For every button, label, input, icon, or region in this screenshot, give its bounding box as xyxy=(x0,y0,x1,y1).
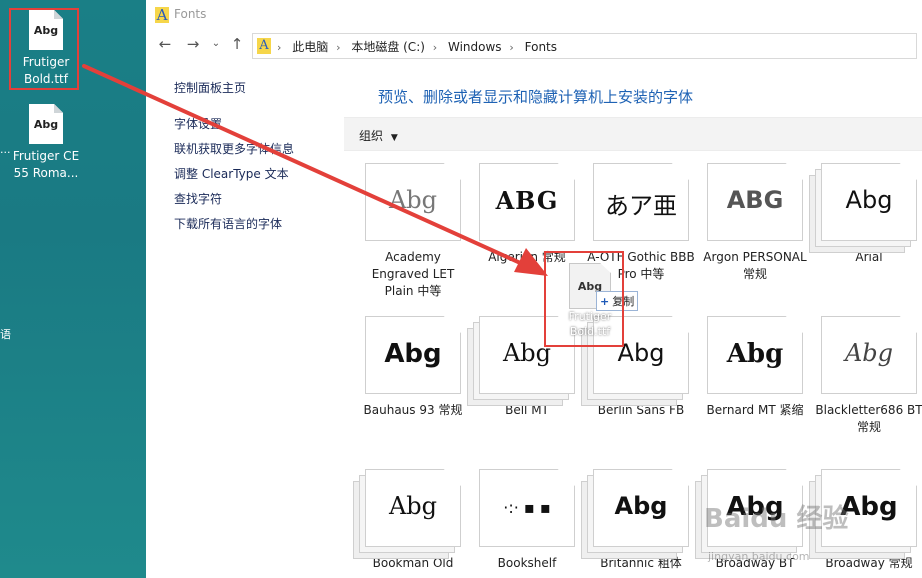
breadcrumb: › 此电脑 › 本地磁盘 (C:) › Windows › Fonts xyxy=(277,38,561,55)
desktop-edge-text: 语 xyxy=(0,328,11,341)
breadcrumb-separator-icon: › xyxy=(336,41,341,54)
font-sample: ABG xyxy=(726,186,784,214)
font-thumbnail: Abg xyxy=(821,316,917,394)
font-sample: Abg xyxy=(388,186,438,214)
watermark: Baidu 经验 xyxy=(704,504,849,534)
task-pane: 控制面板主页 字体设置 联机获取更多字体信息 调整 ClearType 文本 查… xyxy=(146,60,344,578)
watermark-url: jingyan.baidu.com xyxy=(708,550,810,563)
font-label: Bernard MT 紧缩 xyxy=(706,403,804,417)
fonts-folder-icon: A xyxy=(155,6,169,24)
font-tile[interactable]: Abg Academy Engraved LET Plain 中等 xyxy=(356,163,470,300)
font-label: Bauhaus 93 常规 xyxy=(363,403,463,417)
font-thumbnail: ABG xyxy=(707,163,803,241)
font-tile[interactable]: Abg Arial xyxy=(809,163,922,266)
up-arrow-icon[interactable]: ↑ xyxy=(228,35,246,53)
font-tile[interactable]: ABG Argon PERSONAL 常规 xyxy=(698,163,812,283)
font-tile[interactable]: Abg Bookman Old xyxy=(353,469,470,572)
font-label: Argon PERSONAL 常规 xyxy=(703,250,807,281)
back-arrow-icon[interactable]: ← xyxy=(156,35,174,53)
font-sample: あア亜 xyxy=(605,192,677,220)
breadcrumb-fonts[interactable]: Fonts xyxy=(525,40,557,54)
font-thumbnail: Abg xyxy=(581,469,689,559)
font-tile[interactable]: Abg Bernard MT 紧缩 xyxy=(698,316,812,419)
link-font-settings[interactable]: 字体设置 xyxy=(174,115,222,132)
font-label: Blackletter686 BT 常规 xyxy=(815,403,922,434)
font-sample: Abg xyxy=(614,492,668,520)
font-sample: Abg xyxy=(845,186,893,214)
font-thumbnail: Abg xyxy=(707,316,803,394)
font-tile[interactable]: Abg Bauhaus 93 常规 xyxy=(356,316,470,419)
font-sample: Abg xyxy=(726,339,784,369)
link-control-panel-home[interactable]: 控制面板主页 xyxy=(174,79,246,96)
breadcrumb-local-disk[interactable]: 本地磁盘 (C:) xyxy=(351,38,425,55)
font-thumbnail: あア亜 xyxy=(593,163,689,241)
recent-locations-chevron-icon[interactable]: ⌄ xyxy=(207,35,225,53)
desktop-file-frutiger-ce[interactable]: Abg Frutiger CE 55 Roma... xyxy=(6,104,86,182)
link-adjust-cleartype[interactable]: 调整 ClearType 文本 xyxy=(174,165,289,182)
link-find-character[interactable]: 查找字符 xyxy=(174,190,222,207)
fonts-window: A Fonts ← → ⌄ ↑ A › 此电脑 › 本地磁盘 (C:) › Wi… xyxy=(146,0,922,578)
font-sample: Abg xyxy=(844,339,894,367)
breadcrumb-this-pc[interactable]: 此电脑 xyxy=(292,38,328,55)
organize-label: 组织 xyxy=(359,129,384,143)
font-tile[interactable]: ·:· ▪ ▪ Bookshelf xyxy=(470,469,584,572)
font-thumbnail: Abg xyxy=(809,163,917,253)
font-tile[interactable]: Abg Blackletter686 BT 常规 xyxy=(812,316,922,436)
link-get-more-fonts-online[interactable]: 联机获取更多字体信息 xyxy=(174,140,294,157)
desktop: Abg Frutiger Bold.ttf Abg Frutiger CE 55… xyxy=(0,0,146,578)
font-sample: Abg xyxy=(388,492,438,520)
breadcrumb-separator-icon: › xyxy=(432,41,438,54)
window-title: Fonts xyxy=(174,7,207,21)
organize-button[interactable]: 组织 ▼ xyxy=(359,127,398,144)
link-download-all-language-fonts[interactable]: 下载所有语言的字体 xyxy=(174,215,282,232)
address-bar[interactable]: A › 此电脑 › 本地磁盘 (C:) › Windows › Fonts xyxy=(252,33,917,59)
page-title: 预览、删除或者显示和隐藏计算机上安装的字体 xyxy=(378,88,694,106)
desktop-edge-text: ... xyxy=(0,143,11,156)
command-bar: 组织 ▼ xyxy=(344,117,922,151)
desktop-file-label: Frutiger CE 55 Roma... xyxy=(12,149,80,180)
navigation-bar: ← → ⌄ ↑ A › 此电脑 › 本地磁盘 (C:) › Windows › … xyxy=(146,31,922,59)
highlight-box xyxy=(544,251,624,347)
dropdown-triangle-icon: ▼ xyxy=(390,133,398,143)
breadcrumb-separator-icon: › xyxy=(509,41,514,54)
font-sample: ABG xyxy=(495,186,559,215)
font-sample: Abg xyxy=(384,339,442,369)
forward-arrow-icon[interactable]: → xyxy=(184,35,202,53)
fonts-folder-icon: A xyxy=(257,38,271,54)
font-thumbnail: ABG xyxy=(479,163,575,241)
font-sample: ·:· ▪ ▪ xyxy=(503,498,551,517)
font-file-icon: Abg xyxy=(29,104,63,144)
title-bar: A Fonts xyxy=(146,0,922,30)
breadcrumb-separator-icon: › xyxy=(277,41,282,54)
font-label: Academy Engraved LET Plain 中等 xyxy=(371,250,455,298)
font-thumbnail: ·:· ▪ ▪ xyxy=(479,469,575,547)
font-label: Bookshelf xyxy=(497,556,557,570)
font-tile[interactable]: Abg Britannic 粗体 xyxy=(581,469,698,572)
font-thumbnail: Abg xyxy=(365,316,461,394)
highlight-box xyxy=(9,8,79,90)
breadcrumb-windows[interactable]: Windows xyxy=(448,40,502,54)
font-thumbnail: Abg xyxy=(353,469,461,559)
font-thumbnail: Abg xyxy=(365,163,461,241)
